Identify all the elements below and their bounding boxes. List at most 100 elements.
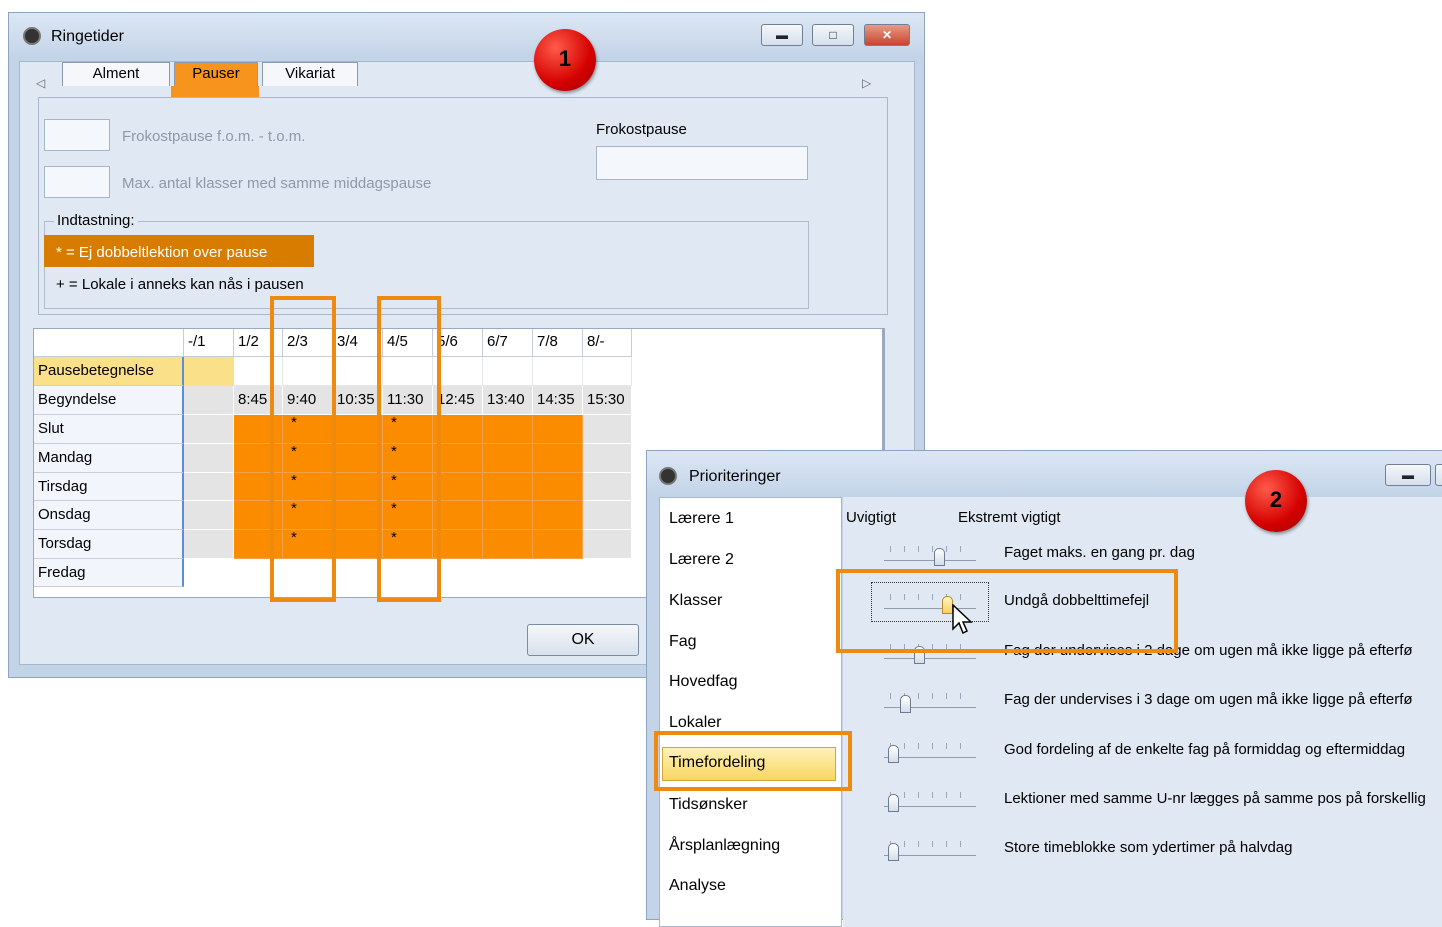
grid-row-header[interactable]: Onsdag: [34, 501, 184, 530]
prioriteringer-titlebar[interactable]: Prioriteringer ▬: [647, 451, 1442, 495]
close-button[interactable]: ✕: [864, 24, 910, 46]
grid-cell-day[interactable]: [483, 530, 533, 559]
tab-scroll-left-icon[interactable]: ◁: [36, 76, 45, 90]
column-highlight-4-5: [377, 296, 441, 602]
minimize-button[interactable]: ▬: [761, 24, 803, 46]
grid-cell-day[interactable]: [533, 473, 583, 501]
grid-cell-day[interactable]: [483, 444, 533, 473]
column-highlight-2-3: [270, 296, 336, 602]
maximize-button[interactable]: □: [812, 24, 854, 46]
grid-cell-begyndelse[interactable]: 15:30: [583, 386, 632, 415]
priority-slider[interactable]: [884, 789, 976, 813]
grid-cell-day[interactable]: [533, 501, 583, 530]
indtastning-item-lokale[interactable]: + = Lokale i anneks kan nås i pausen: [56, 276, 304, 293]
slider-thumb[interactable]: [888, 745, 899, 763]
maximize-button[interactable]: [1435, 464, 1442, 486]
scale-high-label: Ekstremt vigtigt: [958, 509, 1061, 526]
grid-cell-day[interactable]: [333, 444, 383, 473]
grid-cell-begyndelse[interactable]: 13:40: [483, 386, 533, 415]
frokost-input[interactable]: [44, 119, 110, 151]
grid-col-header: -/1: [184, 329, 234, 357]
grid-col-header: 8/-: [583, 329, 632, 357]
nav-item[interactable]: Lærere 1: [669, 510, 734, 528]
nav-item[interactable]: Analyse: [669, 877, 726, 895]
priority-slider[interactable]: [884, 690, 976, 714]
nav-item[interactable]: Lokaler: [669, 714, 721, 732]
priority-slider[interactable]: [884, 740, 976, 764]
priority-label: Store timeblokke som ydertimer på halvda…: [1004, 839, 1293, 856]
ringetider-titlebar[interactable]: Ringetider ▬ □ ✕: [9, 13, 924, 57]
grid-cell-pausebetegnelse[interactable]: [583, 357, 632, 386]
frokostpause-field[interactable]: [596, 146, 808, 180]
grid-cell-day[interactable]: [184, 415, 234, 444]
slider-thumb[interactable]: [900, 695, 911, 713]
grid-cell-pausebetegnelse[interactable]: [483, 357, 533, 386]
grid-cell-day[interactable]: [583, 415, 632, 444]
grid-cell-day[interactable]: [184, 473, 234, 501]
grid-cell-day[interactable]: [533, 530, 583, 559]
grid-cell-pausebetegnelse[interactable]: [184, 357, 234, 386]
grid-cell-day[interactable]: [184, 444, 234, 473]
nav-item[interactable]: Klasser: [669, 592, 722, 610]
step-badge-1: 1: [534, 29, 596, 91]
tab-scroll-right-icon[interactable]: ▷: [862, 76, 871, 90]
nav-item[interactable]: Lærere 2: [669, 551, 734, 569]
nav-item[interactable]: Fag: [669, 633, 697, 651]
ok-button[interactable]: OK: [527, 624, 639, 656]
grid-cell-day[interactable]: [533, 444, 583, 473]
prioriteringer-title: Prioriteringer: [689, 468, 781, 485]
slider-thumb[interactable]: [934, 548, 945, 566]
grid-cell-day[interactable]: [583, 501, 632, 530]
grid-cell-day[interactable]: [583, 473, 632, 501]
slider-thumb[interactable]: [888, 794, 899, 812]
grid-cell-day[interactable]: [333, 473, 383, 501]
grid-cell-day[interactable]: [533, 415, 583, 444]
step-badge-2: 2: [1245, 470, 1307, 532]
tab-alment[interactable]: Alment: [62, 62, 170, 86]
nav-item[interactable]: Årsplanlægning: [669, 837, 780, 855]
app-clock-icon: [23, 27, 41, 45]
grid-cell-day[interactable]: [583, 444, 632, 473]
priority-label: God fordeling af de enkelte fag på formi…: [1004, 741, 1406, 758]
indtastning-item-ej-dobbelt[interactable]: * = Ej dobbeltlektion over pause: [56, 244, 267, 261]
priority-label: Lektioner med samme U-nr lægges på samme…: [1004, 790, 1426, 807]
priority-label: Faget maks. en gang pr. dag: [1004, 544, 1195, 561]
indtastning-title: Indtastning:: [54, 212, 138, 229]
priority-label: Fag der undervises i 3 dage om ugen må i…: [1004, 691, 1413, 708]
tab-pauser[interactable]: Pauser: [174, 62, 258, 86]
grid-row-header[interactable]: Fredag: [34, 559, 184, 587]
grid-cell-pausebetegnelse[interactable]: [533, 357, 583, 386]
grid-corner: [34, 329, 184, 357]
max-klasser-input[interactable]: [44, 166, 110, 198]
grid-cell-day[interactable]: [483, 415, 533, 444]
grid-row-header[interactable]: Torsdag: [34, 530, 184, 559]
grid-row-header[interactable]: Mandag: [34, 444, 184, 473]
grid-row-header[interactable]: Pausebetegnelse: [34, 357, 184, 386]
grid-col-header: 3/4: [333, 329, 383, 357]
grid-cell-day[interactable]: [583, 530, 632, 559]
nav-item[interactable]: Tidsønsker: [669, 796, 748, 814]
grid-cell-begyndelse[interactable]: [184, 386, 234, 415]
slider-thumb[interactable]: [888, 843, 899, 861]
tab-vikariat[interactable]: Vikariat: [262, 62, 358, 86]
priority-slider[interactable]: [884, 838, 976, 862]
nav-highlight-timefordeling: [654, 731, 852, 791]
grid-cell-day[interactable]: [333, 415, 383, 444]
grid-cell-day[interactable]: [333, 530, 383, 559]
grid-cell-day[interactable]: [483, 501, 533, 530]
frokostpause-heading: Frokostpause: [596, 121, 687, 138]
grid-cell-begyndelse[interactable]: 10:35: [333, 386, 383, 415]
grid-cell-day[interactable]: [184, 501, 234, 530]
grid-col-header: 6/7: [483, 329, 533, 357]
grid-cell-pausebetegnelse[interactable]: [333, 357, 383, 386]
nav-item[interactable]: Hovedfag: [669, 673, 738, 691]
priority-slider[interactable]: [884, 543, 976, 567]
grid-row-header[interactable]: Slut: [34, 415, 184, 444]
grid-cell-begyndelse[interactable]: 14:35: [533, 386, 583, 415]
grid-row-header[interactable]: Begyndelse: [34, 386, 184, 415]
grid-cell-day[interactable]: [483, 473, 533, 501]
grid-cell-day[interactable]: [333, 501, 383, 530]
grid-row-header[interactable]: Tirsdag: [34, 473, 184, 501]
minimize-button[interactable]: ▬: [1385, 464, 1431, 486]
grid-cell-day[interactable]: [184, 530, 234, 559]
